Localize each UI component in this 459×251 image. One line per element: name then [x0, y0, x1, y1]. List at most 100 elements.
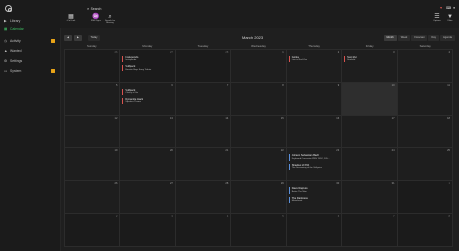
day-cell[interactable]: 8 [231, 82, 287, 116]
day-cell[interactable]: 2 Gorka Live in Red Zoo [286, 50, 343, 83]
day-cell[interactable]: 5 [231, 214, 287, 247]
day-number: 28 [225, 182, 229, 186]
view-week-button[interactable]: Week [397, 35, 411, 41]
day-cell[interactable]: 26 [65, 181, 121, 215]
day-number: 17 [391, 116, 395, 120]
calendar-event[interactable]: Suni Zur Starfield [344, 56, 394, 63]
day-cell[interactable]: 2 [65, 214, 121, 247]
search-missing-button[interactable]: ⌕ Search for Missing [103, 14, 117, 25]
day-cell[interactable]: 8 [397, 214, 453, 247]
day-cell[interactable]: 19 [65, 148, 121, 182]
calendar-event[interactable]: Gorka Live in Red Zoo [288, 56, 339, 63]
day-cell[interactable]: 15 [231, 115, 287, 149]
options-button[interactable]: ☰ Options [430, 14, 444, 22]
day-cell[interactable]: 11 [397, 82, 453, 116]
day-number: 11 [447, 83, 450, 87]
calendar-event[interactable]: Shadow of Pith The Screaming of the Valky… [288, 163, 339, 170]
day-cell[interactable]: 4 [175, 214, 232, 247]
top-bar: ⌕ Search ▦ iCal Link ♒ RSS Sync ⌕ Search… [60, 0, 459, 28]
day-number: 19 [114, 149, 118, 153]
day-number: 18 [447, 116, 450, 120]
day-number: 1 [448, 182, 450, 186]
day-cell[interactable]: 22 [231, 148, 287, 182]
day-cell[interactable]: 24 [342, 148, 398, 182]
day-cell[interactable]: 3 Suni Zur Starfield [342, 50, 398, 83]
day-cell[interactable]: 12 [65, 115, 121, 149]
day-cell[interactable]: 23 Johann Sebastian Bach Keyboard Concerto… [286, 148, 343, 182]
sidebar-item-calendar[interactable]: ▦ Calendar [0, 25, 60, 33]
day-cell[interactable]: 18 [397, 115, 453, 149]
filter-button[interactable]: ▼ Filter [443, 14, 457, 22]
app-logo-icon[interactable] [5, 5, 12, 12]
prev-button[interactable]: ◀ [64, 35, 72, 41]
calendar-event[interactable]: Vulfpeck Cherry of Go [122, 88, 172, 96]
rss-sync-button[interactable]: ♒ RSS Sync [89, 14, 103, 22]
view-forecast-button[interactable]: Forecast [411, 35, 428, 41]
sidebar-item-activity[interactable]: ◷ Activity [0, 37, 60, 45]
calendar-event[interactable]: Johann Sebastian Bach Keyboard Concertos … [288, 154, 339, 161]
day-cell[interactable]: 25 [397, 148, 453, 182]
day-cell[interactable]: 3 [120, 214, 176, 247]
day-number: 13 [169, 116, 173, 120]
day-cell[interactable]: 1 [231, 50, 287, 83]
day-cell[interactable]: 20 [120, 148, 176, 182]
day-cell[interactable]: 30 Dave Rapture Better The Man The Darkness… [286, 181, 343, 215]
day-cell[interactable]: 21 [175, 148, 232, 182]
view-month-button[interactable]: Month [383, 35, 397, 41]
day-cell[interactable]: 28 [175, 181, 232, 215]
day-cell[interactable]: 27 [120, 181, 176, 215]
day-cell[interactable]: 26 [65, 50, 121, 83]
day-cell[interactable]: 17 [342, 115, 398, 149]
sidebar-item-label: Calendar [10, 27, 24, 31]
day-cell[interactable]: 6 [286, 214, 343, 247]
day-cell[interactable]: 6 Vulfpeck Cherry of Go Dynamite Hack Speake… [120, 82, 176, 116]
day-number: 1 [282, 51, 284, 54]
event-subtitle: Cherry of Go [125, 92, 138, 95]
ical-link-button[interactable]: ▦ iCal Link [64, 14, 78, 22]
day-cell[interactable]: 28 [175, 50, 232, 83]
day-number: 27 [169, 51, 173, 54]
day-cell[interactable]: 16 [286, 115, 343, 149]
day-number: 26 [114, 182, 118, 186]
sidebar-item-wanted[interactable]: ▲ Wanted [0, 47, 60, 55]
day-cell[interactable]: 1 [397, 181, 453, 215]
event-list: Johann Sebastian Bach Keyboard Concertos … [288, 154, 339, 172]
filter-label: Filter [447, 20, 453, 22]
day-cell[interactable]: 14 [175, 115, 232, 149]
day-number: 6 [337, 215, 340, 219]
calendar-event[interactable]: Vulfpeck Beastie Boys Song Tribute [122, 65, 172, 72]
day-cell[interactable]: 7 [342, 214, 398, 247]
day-cell[interactable]: 29 [231, 181, 287, 215]
day-cell[interactable]: 13 [120, 115, 176, 149]
today-button[interactable]: Today [88, 35, 100, 41]
day-cell[interactable]: 31 [342, 181, 398, 215]
search-input[interactable]: Search [91, 7, 102, 11]
day-number: 2 [337, 51, 340, 54]
day-cell[interactable]: 27 Instupendo Instupendo Vulfpeck Beastie Bo… [120, 50, 176, 83]
day-number: 22 [280, 149, 284, 153]
sidebar-item-system[interactable]: ▭ System [0, 67, 60, 75]
day-number: 25 [447, 149, 450, 153]
heart-icon[interactable]: ♥ [440, 6, 442, 10]
day-cell[interactable]: 4 [397, 50, 453, 83]
keyboard-icon[interactable]: ⌨ [446, 6, 451, 10]
system-badge [51, 69, 55, 73]
day-number: 15 [280, 116, 284, 120]
day-cell[interactable]: 5 [65, 82, 121, 116]
view-day-button[interactable]: Day [428, 35, 440, 41]
calendar-event[interactable]: Dynamite Hack Speaker Theme [122, 98, 172, 105]
calendar-event[interactable]: Dave Rapture Better The Man [288, 187, 339, 194]
next-button[interactable]: ▶ [74, 35, 82, 41]
calendar-event[interactable]: The Darkness Motorheart [288, 196, 339, 203]
user-icon[interactable]: ● [453, 6, 455, 10]
sidebar-item-settings[interactable]: ⚙ Settings [0, 57, 60, 65]
day-number: 7 [393, 215, 395, 219]
calendar-event[interactable]: Instupendo Instupendo [122, 56, 172, 63]
sidebar-item-library[interactable]: ▶ Library [0, 17, 60, 25]
day-cell[interactable]: 9 [286, 82, 343, 116]
view-agenda-button[interactable]: Agenda [440, 35, 455, 41]
search-box[interactable]: ⌕ Search [87, 7, 101, 11]
day-cell-today[interactable]: 10 [342, 82, 398, 116]
search-icon: ⌕ [87, 7, 90, 11]
day-cell[interactable]: 7 [175, 82, 232, 116]
